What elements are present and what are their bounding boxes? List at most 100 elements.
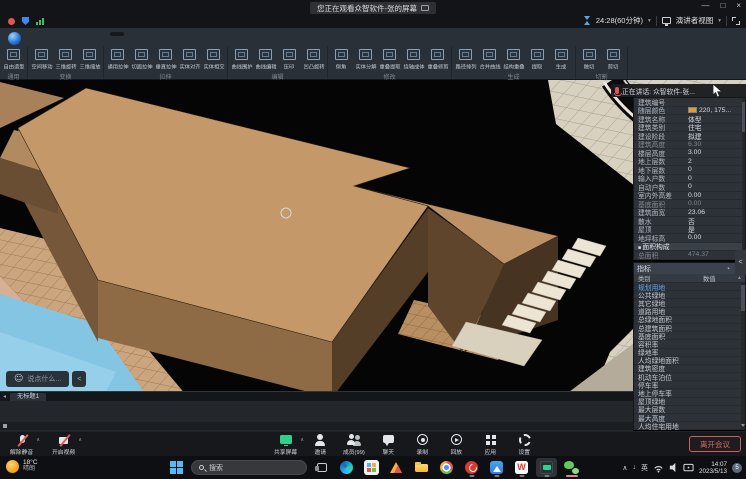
ribbon-button[interactable]: 融切: [578, 47, 601, 71]
download-icon[interactable]: ↓: [632, 464, 636, 471]
ribbon-tab[interactable]: [158, 32, 172, 36]
ribbon-button[interactable]: 重叠提取: [378, 47, 401, 71]
ribbon-button[interactable]: 凹凸旋转: [302, 47, 325, 71]
back-icon[interactable]: ◂: [3, 393, 6, 401]
ribbon-tab[interactable]: [46, 32, 60, 36]
speaker-icon[interactable]: [669, 462, 678, 473]
panel-collapse-handle[interactable]: <: [735, 250, 746, 275]
taskbar-icon-wps[interactable]: W: [511, 458, 532, 477]
taskbar-icon-store[interactable]: [361, 458, 382, 477]
weather-widget[interactable]: 18°C 晴朗: [6, 459, 38, 473]
property-value[interactable]: 0: [688, 166, 740, 173]
view-mode-label[interactable]: 演讲者视图: [676, 15, 714, 26]
property-value[interactable]: 23.06: [688, 209, 740, 216]
taskbar-icon-explorer[interactable]: [411, 458, 432, 477]
taskbar-icon-edge[interactable]: [336, 458, 357, 477]
scrollbar[interactable]: [741, 283, 745, 429]
security-shield-icon[interactable]: [22, 17, 29, 25]
ribbon-button[interactable]: 绕轴成体: [402, 47, 425, 71]
ribbon-button[interactable]: 合并曲线: [478, 47, 501, 71]
tray-expand-icon[interactable]: ∧: [622, 464, 627, 472]
taskbar-icon-chrome[interactable]: [436, 458, 457, 477]
touchpad-icon[interactable]: [683, 463, 694, 473]
ribbon-tab[interactable]: [174, 32, 188, 36]
property-row[interactable]: 总面积 474.37: [634, 251, 745, 260]
property-value[interactable]: 2: [688, 158, 740, 165]
taskbar-icon-meeting[interactable]: [536, 458, 557, 477]
pin-icon[interactable]: ▪: [724, 266, 733, 272]
ribbon-tab[interactable]: [190, 32, 204, 36]
task-view-button[interactable]: [311, 458, 332, 477]
leave-meeting-button[interactable]: 离开会议: [689, 436, 741, 452]
ribbon-button[interactable]: 通用拉伸: [106, 47, 129, 71]
ribbon-tab[interactable]: [94, 32, 108, 36]
meeting-toolbar-item[interactable]: 应用: [476, 434, 504, 456]
scroll-up-icon[interactable]: ▲: [737, 275, 745, 281]
ribbon-button[interactable]: 曲线编辑: [254, 47, 277, 71]
ribbon-tab[interactable]: [78, 32, 92, 36]
app-logo-icon[interactable]: [8, 32, 21, 45]
ribbon-button[interactable]: 倒角: [330, 47, 353, 71]
meeting-toolbar-item[interactable]: 回放: [442, 434, 470, 456]
taskbar-icon-design[interactable]: [386, 458, 407, 477]
meeting-toolbar-item[interactable]: 设置: [510, 434, 538, 456]
meeting-toolbar-item[interactable]: 开启视频: [50, 434, 78, 456]
clock[interactable]: 14:07 2023/5/13: [699, 461, 727, 475]
ribbon-button[interactable]: 垂直拉伸: [154, 47, 177, 71]
taskbar-icon-cloud[interactable]: [486, 458, 507, 477]
meeting-toolbar-item[interactable]: 邀请: [306, 434, 334, 456]
start-button[interactable]: [166, 458, 187, 477]
meeting-timer[interactable]: 24:28(60分钟): [596, 15, 643, 26]
ribbon-tab[interactable]: [30, 32, 44, 36]
ribbon-button[interactable]: 路径排列: [454, 47, 477, 71]
ribbon-tab[interactable]: [126, 32, 140, 36]
property-value[interactable]: 220, 175...: [699, 107, 740, 114]
caret-icon[interactable]: [78, 437, 82, 443]
maximize-button[interactable]: □: [720, 1, 725, 11]
notification-badge[interactable]: 5: [732, 463, 742, 473]
ribbon-button[interactable]: 提取: [526, 47, 549, 71]
ribbon-button[interactable]: 曲线围护: [230, 47, 253, 71]
ribbon-tab[interactable]: [222, 32, 236, 36]
property-value[interactable]: 0: [688, 183, 740, 190]
property-value[interactable]: 0.00: [688, 234, 740, 241]
ribbon-button[interactable]: 生成: [550, 47, 573, 71]
property-value[interactable]: 0: [688, 175, 740, 182]
ribbon-tab[interactable]: [206, 32, 220, 36]
indicator-row[interactable]: 人均住宅用地: [634, 422, 745, 430]
taskbar-icon-wechat[interactable]: [561, 458, 582, 477]
timer-caret-icon[interactable]: ▾: [648, 18, 651, 24]
close-button[interactable]: ×: [736, 1, 741, 11]
property-value[interactable]: 3.00: [688, 149, 740, 156]
meeting-toolbar-item[interactable]: 共享屏幕: [272, 434, 300, 456]
command-input[interactable]: [0, 422, 633, 430]
ribbon-tab[interactable]: [110, 32, 124, 36]
ribbon-button[interactable]: 空间移动: [30, 47, 53, 71]
ribbon-tab[interactable]: [142, 32, 156, 36]
ribbon-button[interactable]: 实体分解: [354, 47, 377, 71]
caret-icon[interactable]: [300, 437, 304, 443]
ribbon-button[interactable]: 实体相交: [202, 47, 225, 71]
property-value[interactable]: 0.00: [688, 192, 740, 199]
meeting-toolbar-item[interactable]: 成员(99): [340, 434, 368, 456]
chat-collapse-button[interactable]: <: [72, 371, 86, 387]
chat-input[interactable]: ☺ 说点什么...: [6, 371, 69, 387]
meeting-toolbar-item[interactable]: 录制: [408, 434, 436, 456]
ribbon-tab[interactable]: [254, 32, 268, 36]
property-value[interactable]: 拟建: [688, 131, 740, 141]
property-value[interactable]: 0.00: [688, 200, 740, 207]
ribbon-button[interactable]: 压印: [278, 47, 301, 71]
document-tab[interactable]: 无标题1: [10, 393, 46, 402]
minimize-button[interactable]: —: [701, 1, 709, 11]
ribbon-button[interactable]: 自由造型: [2, 47, 25, 71]
meeting-toolbar-item[interactable]: 聊天: [374, 434, 402, 456]
ribbon-button[interactable]: 实体对齐: [178, 47, 201, 71]
ribbon-tab[interactable]: [270, 32, 284, 36]
ribbon-button[interactable]: 重叠修剪: [426, 47, 449, 71]
property-value[interactable]: 6.30: [688, 141, 740, 148]
input-language[interactable]: 英: [641, 463, 648, 473]
caret-icon[interactable]: [36, 437, 40, 443]
ribbon-tab[interactable]: [62, 32, 76, 36]
property-value[interactable]: 474.37: [688, 251, 740, 258]
scrollbar[interactable]: [742, 98, 745, 259]
